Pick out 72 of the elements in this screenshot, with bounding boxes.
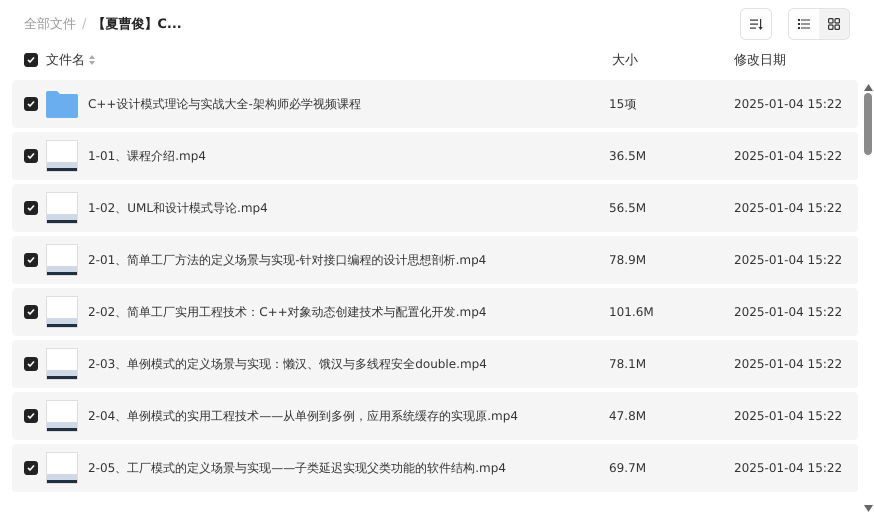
- file-row[interactable]: 2-01、简单工厂方法的定义场景与实现-针对接口编程的设计思想剖析.mp4 78.9M 2025-01-04 15:22: [12, 236, 858, 284]
- check-icon: [27, 56, 35, 64]
- file-size: 101.6M: [609, 305, 655, 319]
- sort-icon: [89, 55, 95, 65]
- video-thumbnail: [46, 348, 78, 380]
- video-thumbnail: [46, 140, 78, 172]
- checkbox[interactable]: [24, 409, 38, 423]
- check-icon: [27, 204, 35, 212]
- file-size: 15项: [609, 96, 638, 112]
- file-name: 1-02、UML和设计模式导论.mp4: [88, 200, 269, 216]
- check-icon: [27, 100, 35, 108]
- checkbox[interactable]: [24, 201, 38, 215]
- modified-date: 2025-01-04 15:22: [734, 149, 844, 163]
- column-header[interactable]: 文件名: [46, 51, 85, 69]
- checkbox[interactable]: [24, 97, 38, 111]
- modified-date: 2025-01-04 15:22: [734, 409, 844, 423]
- file-row[interactable]: 1-02、UML和设计模式导论.mp4 56.5M 2025-01-04 15:22: [12, 184, 858, 232]
- modified-date: 2025-01-04 15:22: [734, 461, 844, 475]
- file-name: 2-04、单例模式的实用工程技术——从单例到多例，应用系统缓存的实现原.mp4: [88, 408, 519, 424]
- scrollbar-thumb[interactable]: [864, 93, 872, 155]
- file-name: 1-01、课程介绍.mp4: [88, 148, 207, 164]
- file-size: 36.5M: [609, 149, 648, 163]
- check-icon: [27, 152, 35, 160]
- file-size: 78.1M: [609, 357, 648, 371]
- check-icon: [27, 360, 35, 368]
- breadcrumb-separator: /: [82, 16, 86, 32]
- checkbox[interactable]: [24, 357, 38, 371]
- file-name: 2-05、工厂模式的定义场景与实现——子类延迟实现父类功能的软件结构.mp4: [88, 460, 507, 476]
- file-row[interactable]: C++设计模式理论与实战大全-架构师必学视频课程 15项 2025-01-04 15:22: [12, 80, 858, 128]
- modified-date: 2025-01-04 15:22: [734, 305, 844, 319]
- sort-button[interactable]: [740, 8, 772, 40]
- check-icon: [27, 412, 35, 420]
- column-header: 修改日期: [734, 52, 787, 69]
- file-size: 78.9M: [609, 253, 648, 267]
- modified-date: 2025-01-04 15:22: [734, 97, 844, 111]
- checkbox[interactable]: [24, 149, 38, 163]
- video-thumbnail: [46, 296, 78, 328]
- file-row[interactable]: 2-04、单例模式的实用工程技术——从单例到多例，应用系统缓存的实现原.mp4 47.8M 2025-01-04 15:22: [12, 392, 858, 440]
- checkbox[interactable]: [24, 461, 38, 475]
- modified-date: 2025-01-04 15:22: [734, 253, 844, 267]
- video-thumbnail: [46, 192, 78, 224]
- file-size: 47.8M: [609, 409, 648, 423]
- file-row[interactable]: 2-03、单例模式的定义场景与实现：懒汉、饿汉与多线程安全double.mp4 78.1M 2025-01-04 15:22: [12, 340, 858, 388]
- video-thumbnail: [46, 400, 78, 432]
- file-name: C++设计模式理论与实战大全-架构师必学视频课程: [88, 96, 362, 112]
- file-size: 69.7M: [609, 461, 648, 475]
- video-thumbnail: [46, 244, 78, 276]
- video-thumbnail: [46, 452, 78, 484]
- modified-date: 2025-01-04 15:22: [734, 357, 844, 371]
- grid-icon: [828, 18, 840, 30]
- file-name: 2-01、简单工厂方法的定义场景与实现-针对接口编程的设计思想剖析.mp4: [88, 252, 488, 268]
- modified-date: 2025-01-04 15:22: [734, 201, 844, 215]
- scroll-down-arrow-icon[interactable]: [864, 505, 872, 512]
- breadcrumb-item: 【夏曹俊】C...: [92, 16, 182, 33]
- list-icon: [798, 19, 810, 29]
- folder-icon: [46, 90, 78, 118]
- file-row[interactable]: 2-05、工厂模式的定义场景与实现——子类延迟实现父类功能的软件结构.mp4 69.7M 2025-01-04 15:22: [12, 444, 858, 492]
- checkbox[interactable]: [24, 253, 38, 267]
- check-icon: [27, 464, 35, 472]
- check-icon: [27, 308, 35, 316]
- sort-icon: [750, 18, 762, 30]
- file-row[interactable]: 1-01、课程介绍.mp4 36.5M 2025-01-04 15:22: [12, 132, 858, 180]
- checkbox[interactable]: [24, 305, 38, 319]
- file-name: 2-03、单例模式的定义场景与实现：懒汉、饿汉与多线程安全double.mp4: [88, 356, 488, 372]
- file-name: 2-02、简单工厂实用工程技术：C++对象动态创建技术与配置化开发.mp4: [88, 304, 488, 320]
- check-icon: [27, 256, 35, 264]
- scroll-up-arrow-icon[interactable]: [864, 84, 872, 91]
- column-header: 大小: [612, 52, 639, 69]
- file-size: 56.5M: [609, 201, 648, 215]
- view-toggle-button[interactable]: [789, 9, 819, 39]
- checkbox[interactable]: [24, 53, 38, 67]
- file-row[interactable]: 2-02、简单工厂实用工程技术：C++对象动态创建技术与配置化开发.mp4 101.6M 2025-01-04 15:22: [12, 288, 858, 336]
